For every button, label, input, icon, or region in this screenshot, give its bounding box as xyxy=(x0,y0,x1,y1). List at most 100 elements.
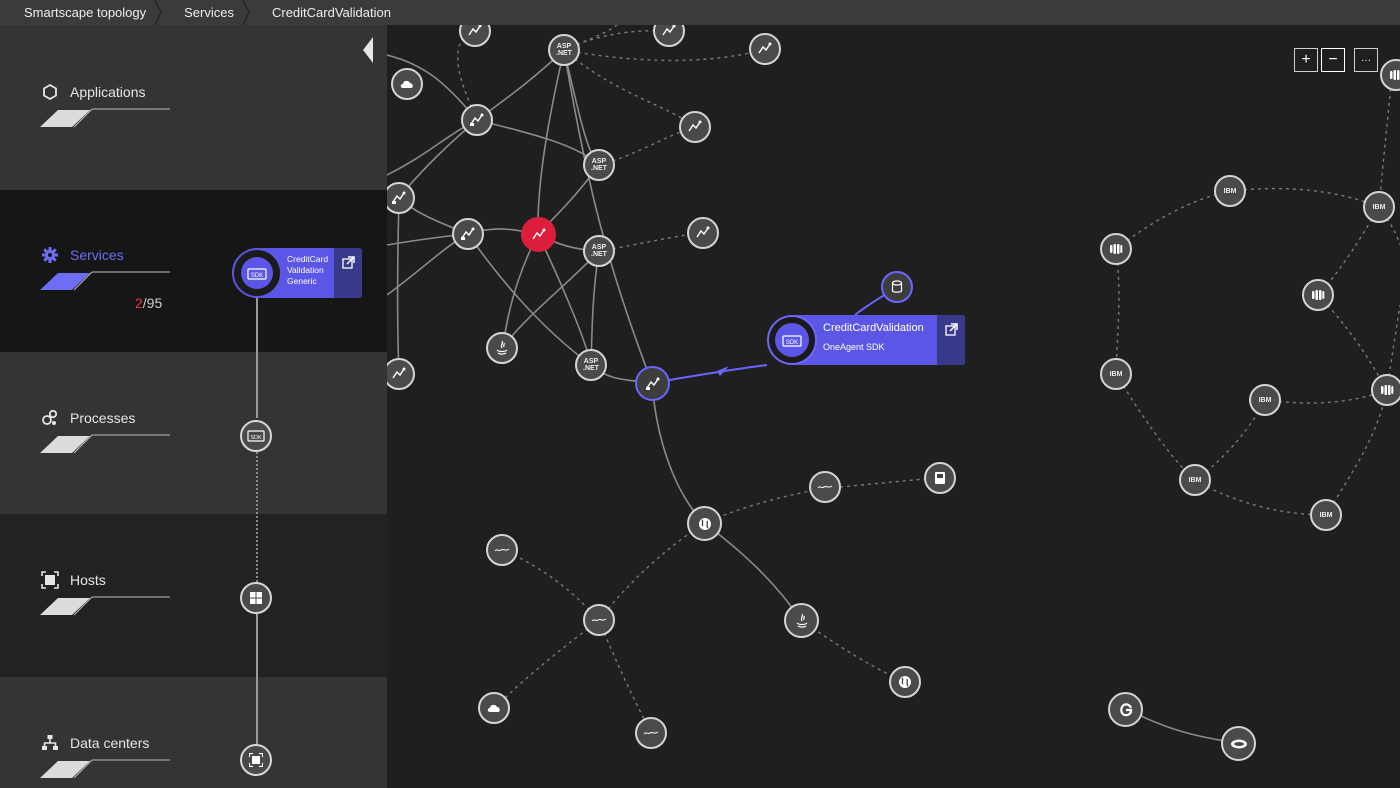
breadcrumb-label: Services xyxy=(184,5,234,20)
selected-service-card[interactable]: SDK CreditCardValidation OneAgent SDK xyxy=(767,315,965,365)
layer-decoration xyxy=(40,271,170,291)
cloud-service-node[interactable] xyxy=(478,692,510,724)
services-count-total: /95 xyxy=(142,295,163,311)
problem-service-node[interactable] xyxy=(521,217,556,252)
globe-icon xyxy=(899,676,911,688)
ibm-node[interactable]: IBM xyxy=(1214,175,1246,207)
layer-label: Applications xyxy=(70,84,146,100)
database-node[interactable] xyxy=(881,271,913,303)
layer-label: Data centers xyxy=(70,735,150,751)
service-card-line1: CreditCard xyxy=(287,254,329,264)
sdk-process-icon: SDK xyxy=(247,430,265,442)
stack-connector xyxy=(256,614,258,744)
selected-caller-service-node[interactable] xyxy=(635,366,670,401)
google-node[interactable] xyxy=(1108,692,1143,727)
device-node[interactable] xyxy=(924,462,956,494)
stack-process-node[interactable]: SDK xyxy=(240,420,272,452)
layer-applications[interactable]: Applications xyxy=(40,82,180,128)
sdk-icon-label: SDK xyxy=(251,273,263,279)
selected-service-name: CreditCardValidation xyxy=(823,322,924,334)
service-card-line2: Validation xyxy=(287,265,324,275)
aspnet-service-node[interactable]: ASP .NET xyxy=(583,235,615,267)
sdk-icon-label: SDK xyxy=(786,340,798,346)
java-icon xyxy=(796,613,807,628)
stack-datacenter-node[interactable] xyxy=(240,744,272,776)
zoom-in-button[interactable]: + xyxy=(1294,48,1318,72)
hexagon-icon xyxy=(40,82,60,102)
ibm-node[interactable]: IBM xyxy=(1310,499,1342,531)
messaging-node[interactable] xyxy=(1100,233,1132,265)
aspnet-service-node[interactable]: ASP .NET xyxy=(548,34,580,66)
google-icon xyxy=(1119,702,1132,716)
services-count-current: 2 xyxy=(135,295,143,311)
breadcrumb: Smartscape topology Services CreditCardV… xyxy=(0,0,1400,25)
cloud-icon xyxy=(487,704,500,712)
messaging-node[interactable] xyxy=(1302,279,1334,311)
web-service-node[interactable] xyxy=(452,218,484,250)
globe-service-node[interactable] xyxy=(687,506,722,541)
web-service-node[interactable] xyxy=(461,104,493,136)
layer-decoration xyxy=(40,108,170,128)
jvm-icon xyxy=(817,485,833,489)
database-icon xyxy=(891,280,903,293)
zoom-controls: + − ··· xyxy=(1294,48,1378,72)
host-icon xyxy=(40,570,60,590)
aspnet-service-node[interactable]: ASP .NET xyxy=(575,349,607,381)
web-service-icon xyxy=(392,191,406,204)
ibm-node[interactable]: IBM xyxy=(1249,384,1281,416)
php-icon xyxy=(1230,739,1247,748)
messaging-node[interactable] xyxy=(1371,374,1400,406)
layer-data-centers[interactable]: Data centers xyxy=(40,733,180,779)
services-count: 2/95 xyxy=(135,295,162,311)
ibm-node[interactable]: IBM xyxy=(1363,191,1395,223)
collapse-sidebar-icon[interactable] xyxy=(361,37,375,63)
layer-label: Hosts xyxy=(70,572,106,588)
layer-processes[interactable]: Processes xyxy=(40,408,180,454)
web-service-icon xyxy=(470,113,484,126)
java-service-node[interactable] xyxy=(486,332,518,364)
jvm-process-node[interactable] xyxy=(809,471,841,503)
web-service-icon xyxy=(531,228,545,239)
java-icon xyxy=(496,340,508,355)
stack-service-card[interactable]: SDK CreditCard Validation Generic xyxy=(232,248,362,298)
web-service-node[interactable] xyxy=(679,111,711,143)
topology-map[interactable]: SDK CreditCardValidation OneAgent SDK AS… xyxy=(387,25,1400,788)
external-link-icon xyxy=(342,256,355,269)
smartscape-layers-sidebar: Applications Services 2/95 Processes Hos… xyxy=(0,25,387,788)
cloud-icon xyxy=(400,80,413,88)
datacenter-node-icon xyxy=(249,753,263,767)
layer-processes-label-row: Processes xyxy=(40,408,180,428)
messaging-icon xyxy=(1390,70,1400,80)
jvm-process-node[interactable] xyxy=(583,604,615,636)
gear-icon xyxy=(40,245,60,265)
java-process-node[interactable] xyxy=(784,603,819,638)
sdk-icon: SDK xyxy=(775,323,809,357)
layer-hosts[interactable]: Hosts xyxy=(40,570,180,616)
open-external-button[interactable] xyxy=(334,248,362,298)
ibm-node[interactable]: IBM xyxy=(1100,358,1132,390)
globe-service-node[interactable] xyxy=(889,666,921,698)
ibm-node[interactable]: IBM xyxy=(1179,464,1211,496)
jvm-process-node[interactable] xyxy=(486,534,518,566)
layer-decoration xyxy=(40,596,170,616)
breadcrumb-services[interactable]: Services xyxy=(160,0,250,25)
jvm-process-node[interactable] xyxy=(635,717,667,749)
ibm-label: IBM xyxy=(1372,203,1386,211)
breadcrumb-label: CreditCardValidation xyxy=(271,5,391,20)
process-icon xyxy=(40,408,60,428)
zoom-out-button[interactable]: − xyxy=(1321,48,1345,72)
stack-host-node[interactable] xyxy=(240,582,272,614)
cloud-service-node[interactable] xyxy=(391,68,423,100)
aspnet-label: ASP .NET xyxy=(591,158,607,172)
device-icon xyxy=(935,472,945,484)
ibm-label: IBM xyxy=(1223,187,1237,195)
layer-services[interactable]: Services 2/95 xyxy=(40,245,180,311)
aspnet-service-node[interactable]: ASP .NET xyxy=(583,149,615,181)
breadcrumb-smartscape-topology[interactable]: Smartscape topology xyxy=(0,0,162,25)
php-node[interactable] xyxy=(1221,726,1256,761)
open-service-external-button[interactable] xyxy=(937,315,965,365)
web-service-node[interactable] xyxy=(687,217,719,249)
breadcrumb-creditcardvalidation[interactable]: CreditCardValidation xyxy=(248,0,405,25)
more-options-button[interactable]: ··· xyxy=(1354,48,1378,72)
web-service-node[interactable] xyxy=(749,33,781,65)
